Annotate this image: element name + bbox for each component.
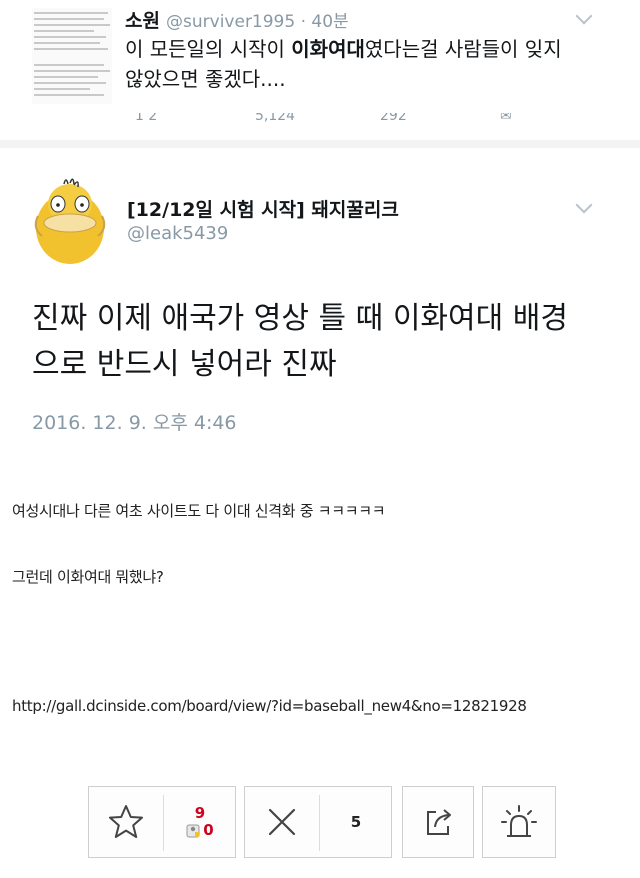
reply-count[interactable]: 1 2 — [135, 113, 157, 123]
alert-siren-icon — [501, 805, 537, 837]
fixed-user-icon — [186, 824, 200, 837]
post-line-1: 여성시대나 다른 여초 사이트도 다 이대 신격화 중 ㅋㅋㅋㅋㅋ — [12, 502, 386, 520]
tweet-divider — [0, 140, 640, 148]
star-icon — [109, 805, 143, 838]
author-name[interactable]: [12/12일 시험 시작] 돼지꿀리크 — [127, 195, 399, 222]
recommend-counts: 9 0 — [163, 787, 237, 857]
fixed-recommend-count: 0 — [203, 821, 214, 839]
dislike-counts: 5 — [319, 787, 393, 857]
recommend-group: 9 0 — [88, 786, 236, 858]
attached-image-thumbnail[interactable] — [32, 8, 112, 104]
tweet-text: 진짜 이제 애국가 영상 틀 때 이화여대 배경으로 반드시 넣어라 진짜 — [32, 301, 568, 382]
quoted-author-name[interactable]: 소원 — [125, 10, 160, 32]
quoted-author-handle-time: @surviver1995 · 40분 — [166, 12, 349, 32]
quoted-tweet-header: 소원 @surviver1995 · 40분 — [125, 6, 349, 33]
tweet-timestamp[interactable]: 2016. 12. 9. 오후 4:46 — [32, 408, 237, 435]
dislike-count: 5 — [350, 813, 362, 831]
report-button[interactable] — [482, 786, 556, 858]
x-icon — [268, 808, 296, 836]
author-handle[interactable]: @leak5439 — [127, 223, 228, 244]
source-link[interactable]: http://gall.dcinside.com/board/view/?id=… — [12, 697, 527, 715]
share-icon — [427, 809, 451, 835]
chevron-down-icon[interactable] — [575, 7, 593, 25]
post-line-2: 그런데 이화여대 뭐했냐? — [12, 568, 164, 586]
like-count[interactable]: 292 — [380, 113, 407, 123]
quoted-tweet-actions: 1 2 5,124 292 ✉ — [125, 113, 545, 123]
quoted-tweet-text: 이 모든일의 시작이 이화여대였다는걸 사람들이 잊지 않았으면 좋겠다.... — [125, 37, 562, 91]
psyduck-avatar[interactable] — [28, 176, 108, 266]
quoted-tweet[interactable]: 소원 @surviver1995 · 40분 이 모든일의 시작이 이화여대였다… — [0, 0, 640, 140]
chevron-down-icon[interactable] — [575, 196, 593, 214]
dislike-button[interactable] — [245, 787, 319, 857]
message-icon[interactable]: ✉ — [500, 113, 512, 123]
recommend-button[interactable] — [89, 787, 163, 857]
retweet-count[interactable]: 5,124 — [255, 113, 295, 123]
dislike-group: 5 — [244, 786, 392, 858]
recommend-count: 9 — [194, 804, 206, 822]
share-button[interactable] — [402, 786, 474, 858]
